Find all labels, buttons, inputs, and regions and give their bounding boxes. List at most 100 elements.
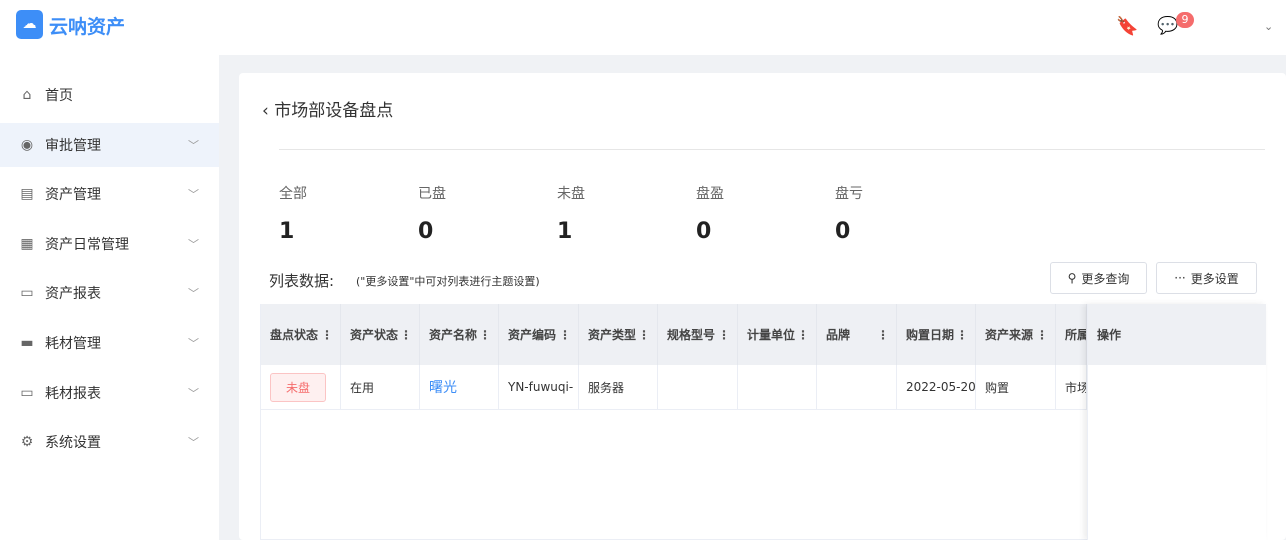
sidebar-item[interactable]: ⌂ 首页 bbox=[0, 73, 219, 117]
column-header[interactable]: 资产状态 ⋮ bbox=[341, 304, 420, 365]
sidebar-item[interactable]: ▤ 资产管理 ﹀ bbox=[0, 172, 219, 216]
column-title: 购置日期 bbox=[906, 328, 955, 342]
sidebar-item-label: 资产管理 bbox=[45, 187, 101, 204]
sidebar-item-label: 审批管理 bbox=[45, 137, 101, 154]
box-icon: ▬ bbox=[20, 335, 34, 351]
home-icon: ⌂ bbox=[22, 87, 32, 103]
sidebar-item-label: 资产报表 bbox=[45, 286, 101, 303]
cell-text: 在用 bbox=[350, 380, 375, 395]
table-cell bbox=[817, 365, 897, 410]
column-menu-icon[interactable]: ⋮ bbox=[1036, 328, 1048, 342]
list-label: 列表数据: bbox=[269, 272, 335, 290]
divider bbox=[279, 149, 1265, 150]
stat: 全部 1 bbox=[279, 183, 307, 244]
column-title: 盘点状态 bbox=[270, 328, 319, 342]
column-title: 所属 bbox=[1065, 328, 1087, 342]
bookmark-icon[interactable]: 🔖 bbox=[1116, 16, 1138, 37]
column-menu-icon[interactable]: ⋮ bbox=[797, 328, 809, 342]
table-cell: 2022-05-20 bbox=[897, 365, 976, 410]
message-icon[interactable]: 💬 bbox=[1157, 16, 1178, 36]
column-title: 资产名称 bbox=[429, 328, 478, 342]
stat-label: 盘亏 bbox=[835, 186, 863, 202]
more-settings-button[interactable]: ··· 更多设置 bbox=[1156, 262, 1257, 294]
column-header[interactable]: 资产来源 ⋮ bbox=[976, 304, 1056, 365]
stat-label: 已盘 bbox=[418, 186, 446, 202]
stat: 未盘 1 bbox=[557, 183, 585, 244]
column-header[interactable]: 购置日期 ⋮ bbox=[897, 304, 976, 365]
back-title[interactable]: ‹ 市场部设备盘点 bbox=[262, 96, 393, 121]
column-header-action: 操作 bbox=[1088, 304, 1266, 365]
page-title: 市场部设备盘点 bbox=[274, 101, 394, 121]
sidebar-item[interactable]: ▭ 耗材报表 ﹀ bbox=[0, 371, 219, 415]
column-menu-icon[interactable]: ⋮ bbox=[400, 328, 412, 342]
app-name: 云呐资产 bbox=[49, 16, 126, 38]
cell-text: 曙光 bbox=[429, 380, 457, 396]
cell-text: 市场 bbox=[1065, 380, 1087, 395]
column-menu-icon[interactable]: ⋮ bbox=[321, 328, 333, 342]
column-header[interactable]: 资产编码 ⋮ bbox=[499, 304, 579, 365]
sidebar-item[interactable]: ▭ 资产报表 ﹀ bbox=[0, 271, 219, 315]
column-title: 资产编码 bbox=[508, 328, 557, 342]
cell-text: 购置 bbox=[985, 380, 1010, 395]
column-menu-icon[interactable]: ⋮ bbox=[638, 328, 650, 342]
column-menu-icon[interactable]: ⋮ bbox=[956, 328, 968, 342]
sidebar-item-label: 耗材管理 bbox=[45, 336, 101, 352]
sidebar-item[interactable]: ◉ 审批管理 ﹀ bbox=[0, 122, 219, 167]
stat-value: 1 bbox=[557, 219, 573, 244]
stat-label: 全部 bbox=[279, 186, 307, 202]
column-header[interactable]: 计量单位 ⋮ bbox=[738, 304, 817, 365]
column-header[interactable]: 所属 bbox=[1056, 304, 1087, 365]
button-label: 更多设置 bbox=[1190, 271, 1239, 286]
sidebar-item[interactable]: ▬ 耗材管理 ﹀ bbox=[0, 321, 219, 365]
eye-icon: ◉ bbox=[20, 136, 34, 153]
table-cell: 未盘 bbox=[261, 365, 341, 410]
sidebar-item-label: 系统设置 bbox=[45, 435, 101, 452]
sidebar-item-label: 资产日常管理 bbox=[45, 236, 129, 253]
column-menu-icon[interactable]: ⋮ bbox=[877, 328, 889, 342]
report-icon: ▭ bbox=[20, 285, 34, 302]
sidebar-item-label: 耗材报表 bbox=[45, 385, 101, 402]
stat: 盘亏 0 bbox=[835, 183, 863, 244]
chevron-down-icon: ﹀ bbox=[188, 188, 199, 202]
cell-text: 服务器 bbox=[588, 380, 625, 395]
column-menu-icon[interactable]: ⋮ bbox=[718, 328, 730, 342]
table-cell: 购置 bbox=[976, 365, 1056, 410]
table-cell: 服务器 bbox=[579, 365, 658, 410]
asset-table: 盘点状态 ⋮ 资产状态 ⋮ 资产名称 ⋮ 资产编码 ⋮ 资产类型 ⋮ 规格型号 ⋮ 计量单位 ⋮ 品牌 ⋮ 购置… bbox=[260, 304, 1266, 540]
user-menu-chevron-icon[interactable]: ⌄ bbox=[1264, 20, 1273, 33]
table-cell: YN-fuwuqi- bbox=[499, 365, 579, 410]
status-badge: 未盘 bbox=[270, 372, 327, 402]
asset-icon: ▤ bbox=[20, 186, 34, 203]
chevron-down-icon: ﹀ bbox=[188, 287, 199, 301]
sidebar-item[interactable]: ⚙ 系统设置 ﹀ bbox=[0, 420, 219, 464]
stat-value: 0 bbox=[418, 219, 434, 244]
column-header[interactable]: 品牌 ⋮ bbox=[817, 304, 897, 365]
search-icon: ⚲ bbox=[1067, 271, 1077, 285]
sidebar-item[interactable]: ▦ 资产日常管理 ﹀ bbox=[0, 222, 219, 266]
chevron-down-icon: ﹀ bbox=[188, 337, 199, 350]
cell-text: 2022-05-20 bbox=[906, 380, 976, 394]
chevron-down-icon: ﹀ bbox=[188, 386, 199, 400]
column-title: 计量单位 bbox=[747, 328, 796, 342]
column-menu-icon[interactable]: ⋮ bbox=[559, 328, 571, 342]
table-cell: 在用 bbox=[341, 365, 420, 410]
table-cell[interactable]: 曙光 bbox=[420, 365, 499, 410]
stat-value: 1 bbox=[279, 219, 295, 244]
chevron-down-icon: ﹀ bbox=[188, 138, 199, 152]
column-header[interactable]: 盘点状态 ⋮ bbox=[261, 304, 341, 365]
stat-value: 0 bbox=[696, 219, 712, 244]
column-title: 品牌 bbox=[826, 328, 851, 342]
column-header[interactable]: 资产类型 ⋮ bbox=[579, 304, 658, 365]
stat-value: 0 bbox=[835, 219, 851, 244]
chevron-down-icon: ﹀ bbox=[188, 436, 199, 450]
stat-label: 未盘 bbox=[557, 186, 585, 202]
column-header[interactable]: 规格型号 ⋮ bbox=[658, 304, 738, 365]
column-menu-icon[interactable]: ⋮ bbox=[479, 328, 491, 342]
column-header[interactable]: 资产名称 ⋮ bbox=[420, 304, 499, 365]
gear-icon: ⚙ bbox=[20, 434, 34, 451]
back-icon[interactable]: ‹ bbox=[262, 101, 274, 121]
more-search-button[interactable]: ⚲ 更多查询 bbox=[1050, 262, 1147, 294]
table-cell: 市场 bbox=[1056, 365, 1087, 410]
action-column: 操作 bbox=[1087, 304, 1266, 540]
table-cell bbox=[738, 365, 817, 410]
